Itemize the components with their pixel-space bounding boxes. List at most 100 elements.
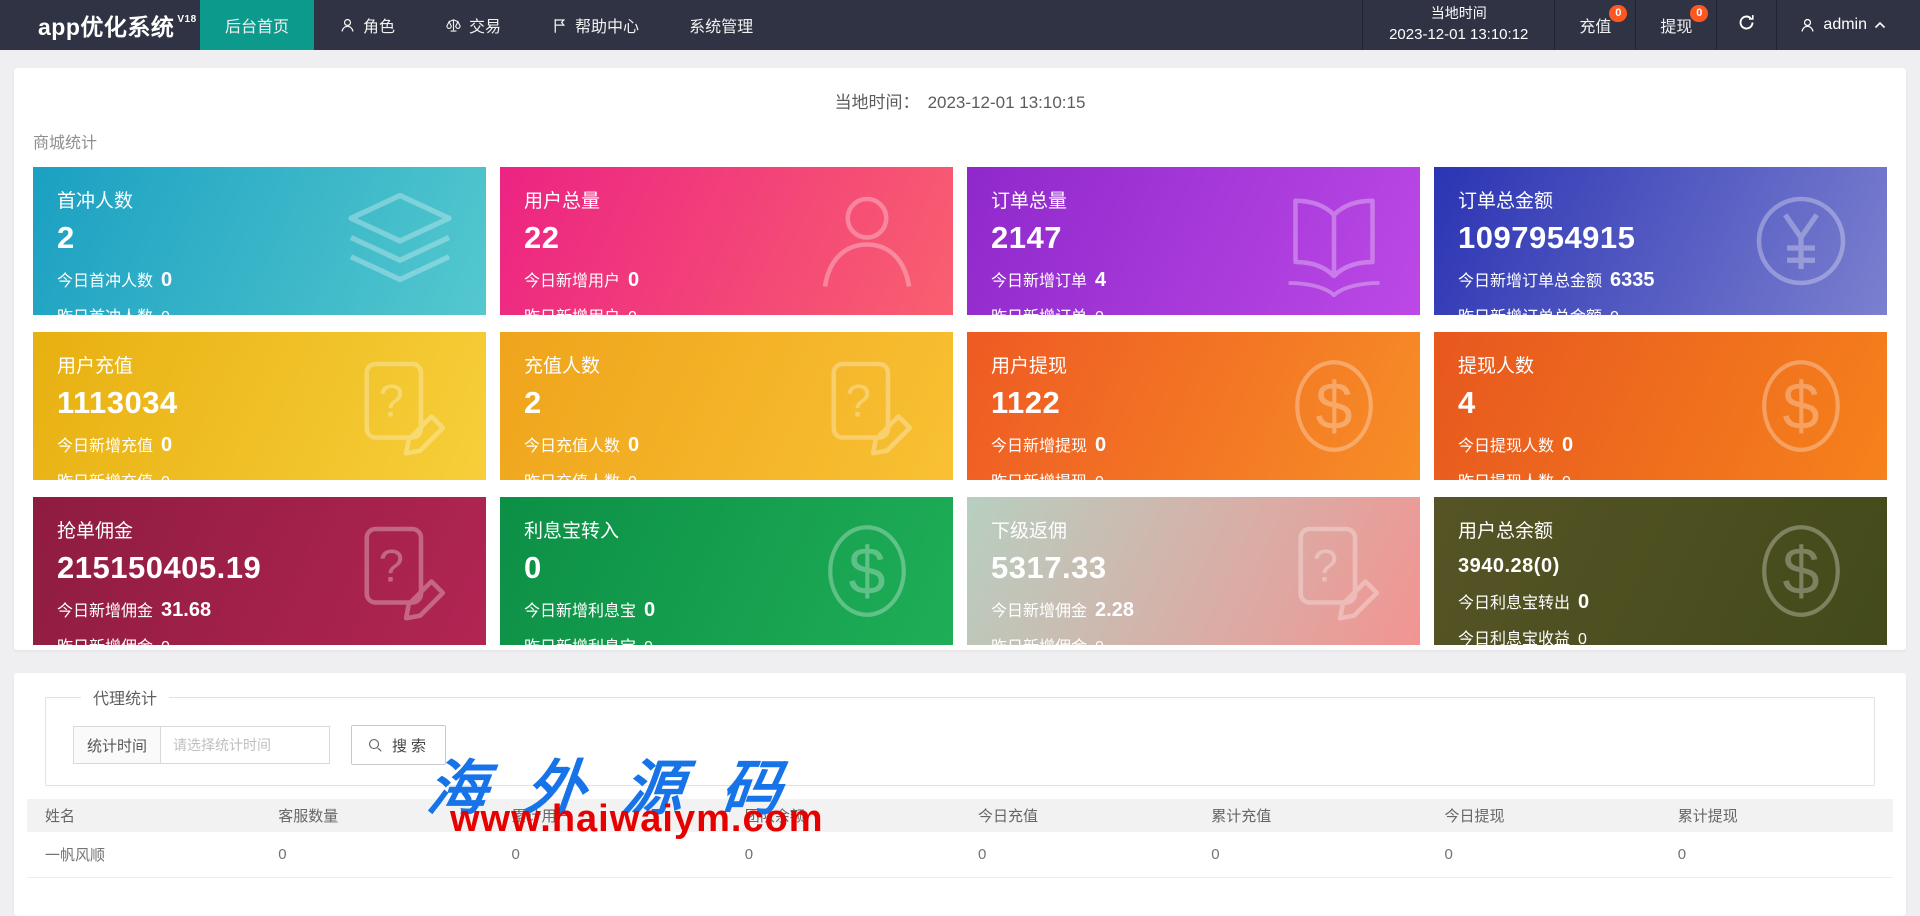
stat-card: 用户总量 22 今日新增用户 0 昨日新增用户 0 [500, 167, 953, 315]
stats-panel: 当地时间： 2023-12-01 13:10:15 商城统计 首冲人数 2 今日首… [14, 68, 1906, 650]
agent-table-header-row: 姓名 客服数量 累计用户 团队余额 今日充值 累计充值 今日提现 累计提现 [27, 799, 1893, 832]
stat-card-today-label: 今日新增订单总金额 [1458, 273, 1603, 290]
stat-card-yesterday-label: 昨日新增充值 [57, 468, 153, 480]
agent-fieldset: 代理统计 统计时间 搜索 [45, 685, 1875, 786]
scale-icon [445, 17, 462, 34]
stat-card-title: 下级返佣 [991, 521, 1068, 542]
recharge-badge: 0 [1609, 5, 1628, 22]
stat-card-value: 1113034 [57, 385, 178, 420]
recharge-button[interactable]: 充值 0 [1554, 0, 1635, 50]
stat-card-yesterday-value: 0 [1562, 474, 1571, 480]
stat-card-today-label: 今日新增提现 [991, 438, 1088, 455]
nav-item-label: 帮助中心 [575, 19, 640, 36]
withdraw-button[interactable]: 提现 0 [1635, 0, 1716, 50]
nav-item-4[interactable]: 系统管理 [664, 0, 778, 50]
stat-card-today-label: 今日新增佣金 [57, 603, 154, 620]
agent-table-header-cell: 今日充值 [960, 799, 1194, 832]
stat-card: 首冲人数 2 今日首冲人数 0 昨日首冲人数 0 [33, 167, 486, 315]
agent-table-header-cell: 今日提现 [1426, 799, 1660, 832]
stat-card-yesterday-label: 昨日首冲人数 [57, 303, 153, 315]
stat-card-yesterday-label: 昨日充值人数 [524, 468, 620, 480]
stat-card: 用户总余额 3940.28(0) 今日利息宝转出 0 今日利息宝收益 0 $ [1434, 497, 1887, 645]
agent-table-cell: 0 [1659, 832, 1893, 878]
search-button[interactable]: 搜索 [351, 725, 447, 765]
stat-card-yesterday-value: 0 [628, 309, 637, 315]
nav-item-label: 交易 [469, 19, 502, 36]
app-logo: app优化系统 V18 [0, 0, 200, 50]
stat-card-value: 2147 [991, 220, 1062, 255]
stat-card-yesterday-value: 0 [1095, 474, 1104, 480]
agent-table-cell: 一帆风顺 [27, 832, 261, 878]
stat-card-today-value: 6335 [1610, 269, 1655, 291]
nav-item-1[interactable]: 角色 [314, 0, 420, 50]
stat-card: 充值人数 2 今日充值人数 0 昨日充值人数 0 ? [500, 332, 953, 480]
search-icon [368, 738, 382, 752]
local-time-label: 当地时间 [1430, 5, 1487, 22]
stat-card-yesterday-value: 0 [161, 309, 170, 315]
stat-card-title: 订单总金额 [1458, 191, 1554, 212]
nav-item-label: 后台首页 [225, 19, 290, 36]
topbar-right: 当地时间 2023-12-01 13:10:12 充值 0 提现 0 admin [1362, 0, 1920, 50]
stat-card-value: 22 [524, 220, 560, 255]
stat-card-title: 充值人数 [524, 356, 601, 377]
nav-item-label: 角色 [363, 19, 396, 36]
stat-card-today-label: 今日首冲人数 [57, 273, 154, 290]
nav-item-2[interactable]: 交易 [420, 0, 526, 50]
stat-card-yesterday-label: 昨日新增订单 [991, 303, 1087, 315]
stat-card-yesterday-value: 0 [1578, 631, 1587, 645]
stat-card-yesterday-label: 昨日提现人数 [1458, 468, 1554, 480]
stat-card: 提现人数 4 今日提现人数 0 昨日提现人数 0 $ [1434, 332, 1887, 480]
agent-table-body: 一帆风顺 0 0 0 0 0 0 0 [27, 832, 1893, 878]
stat-card-value: 1122 [991, 385, 1061, 420]
stat-card-title: 首冲人数 [57, 191, 134, 212]
stat-card-title: 订单总量 [991, 191, 1068, 212]
nav-item-0[interactable]: 后台首页 [200, 0, 315, 50]
agent-table-header-cell: 姓名 [27, 799, 261, 832]
stat-card-today-value: 0 [161, 434, 173, 456]
user-menu[interactable]: admin [1776, 0, 1920, 50]
stat-card-today-label: 今日新增利息宝 [524, 603, 637, 620]
stat-card-title: 抢单佣金 [57, 521, 134, 542]
refresh-icon [1737, 13, 1756, 37]
recharge-label: 充值 [1579, 19, 1612, 36]
user-icon [339, 17, 356, 34]
agent-panel: 代理统计 统计时间 搜索 姓名客服数量累计用户团队余额今日充值累计充值今日提现累… [14, 673, 1906, 916]
stat-card-today-label: 今日新增用户 [524, 273, 621, 290]
agent-table-row: 一帆风顺 0 0 0 0 0 0 0 [27, 832, 1893, 878]
agent-table-cell: 0 [1193, 832, 1427, 878]
stat-card-yesterday-label: 昨日新增订单总金额 [1458, 303, 1602, 315]
stat-time-input-group: 统计时间 [73, 726, 331, 764]
stat-card-yesterday-label: 昨日新增用户 [524, 303, 620, 315]
stat-card-value: 215150405.19 [57, 550, 262, 585]
agent-table-cell: 0 [726, 832, 960, 878]
main-nav: 后台首页 角色 交易 帮助中心 系统管理 [200, 0, 778, 50]
nav-item-3[interactable]: 帮助中心 [526, 0, 664, 50]
stat-card-today-value: 0 [161, 269, 173, 291]
agent-legend: 代理统计 [93, 691, 158, 708]
stat-card-today-label: 今日充值人数 [524, 438, 621, 455]
stat-card-title: 用户总余额 [1458, 521, 1554, 542]
stat-card-yesterday-value: 0 [161, 474, 170, 480]
agent-table-header-cell: 团队余额 [726, 799, 960, 832]
refresh-button[interactable] [1716, 0, 1776, 50]
stats-card-grid: 首冲人数 2 今日首冲人数 0 昨日首冲人数 0 用户总量 22 今日新增用户 … [33, 167, 1887, 645]
agent-table-header-cell: 累计提现 [1659, 799, 1893, 832]
stat-card-today-value: 0 [1562, 434, 1574, 456]
stat-card-value: 2 [57, 220, 75, 255]
stat-card-value: 5317.33 [991, 550, 1107, 585]
stat-card-value: 2 [524, 385, 542, 420]
stats-local-time-value: 2023-12-01 13:10:15 [927, 93, 1086, 112]
agent-filter-row: 统计时间 搜索 [73, 725, 1854, 765]
stat-card-today-label: 今日新增订单 [991, 273, 1088, 290]
stat-card-yesterday-label: 昨日新增佣金 [991, 633, 1087, 645]
stat-card-today-value: 0 [644, 599, 656, 621]
section-title: 商城统计 [33, 135, 98, 152]
stat-card-today-label: 今日利息宝转出 [1458, 595, 1571, 612]
stat-time-input[interactable] [160, 726, 331, 764]
stat-card-today-label: 今日新增佣金 [991, 603, 1088, 620]
agent-table-cell: 0 [1426, 832, 1660, 878]
stat-card: 下级返佣 5317.33 今日新增佣金 2.28 昨日新增佣金 0 ? [967, 497, 1420, 645]
stat-card-yesterday-value: 0 [161, 639, 170, 645]
nav-item-label: 系统管理 [689, 19, 754, 36]
stat-card-yesterday-label: 昨日新增提现 [991, 468, 1087, 480]
